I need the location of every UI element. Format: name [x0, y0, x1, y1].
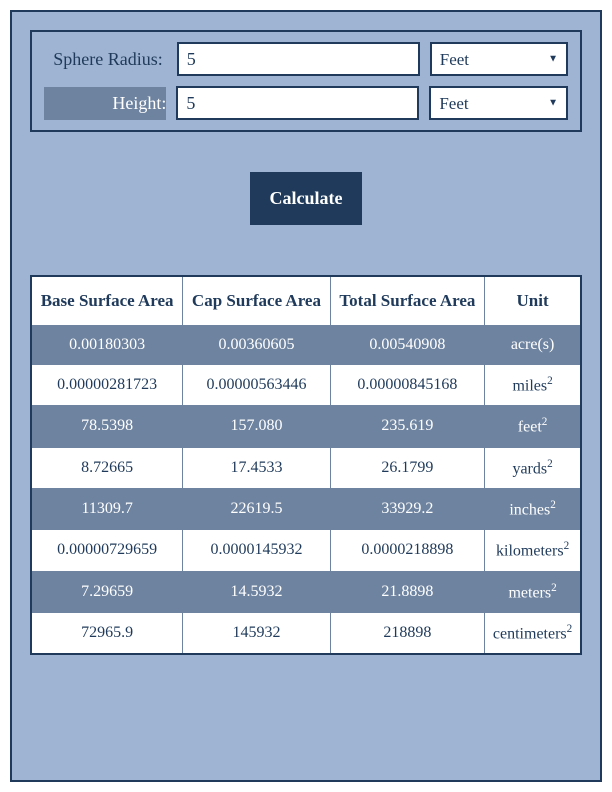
cell-unit: miles2	[485, 365, 581, 406]
cell-base: 8.72665	[31, 447, 183, 488]
unit-label: yards	[512, 460, 547, 477]
cell-base: 78.5398	[31, 406, 183, 447]
cell-cap: 0.0000145932	[183, 530, 330, 571]
results-table: Base Surface Area Cap Surface Area Total…	[30, 275, 582, 655]
cell-cap: 0.00360605	[183, 326, 330, 365]
cell-base: 72965.9	[31, 612, 183, 654]
cell-unit: yards2	[485, 447, 581, 488]
header-unit: Unit	[485, 276, 581, 326]
cell-cap: 157.080	[183, 406, 330, 447]
cell-base: 7.29659	[31, 571, 183, 612]
calculate-button[interactable]: Calculate	[250, 172, 363, 225]
table-row: 0.001803030.003606050.00540908 acre(s)	[31, 326, 581, 365]
radius-input[interactable]	[177, 42, 420, 76]
unit-label: inches	[509, 501, 550, 518]
cell-base: 0.00000729659	[31, 530, 183, 571]
unit-superscript: 2	[547, 375, 553, 387]
cell-total: 0.0000218898	[330, 530, 485, 571]
cell-unit: inches2	[485, 488, 581, 529]
cell-total: 235.619	[330, 406, 485, 447]
cell-unit: acre(s)	[485, 326, 581, 365]
cell-total: 26.1799	[330, 447, 485, 488]
calculator-panel: Sphere Radius: Feet ▼ Height: Feet ▼ Cal…	[10, 10, 602, 782]
header-total: Total Surface Area	[330, 276, 485, 326]
table-header-row: Base Surface Area Cap Surface Area Total…	[31, 276, 581, 326]
radius-row: Sphere Radius: Feet ▼	[44, 42, 568, 76]
input-panel: Sphere Radius: Feet ▼ Height: Feet ▼	[30, 30, 582, 132]
height-label: Height:	[44, 87, 166, 120]
table-row: 11309.722619.533929.2inches2	[31, 488, 581, 529]
cell-unit: feet2	[485, 406, 581, 447]
radius-label: Sphere Radius:	[44, 49, 167, 70]
cell-base: 0.00180303	[31, 326, 183, 365]
cell-unit: kilometers2	[485, 530, 581, 571]
cell-cap: 0.00000563446	[183, 365, 330, 406]
cell-base: 0.00000281723	[31, 365, 183, 406]
table-row: 7.2965914.593221.8898meters2	[31, 571, 581, 612]
unit-label: meters	[508, 584, 551, 601]
cell-total: 21.8898	[330, 571, 485, 612]
height-row: Height: Feet ▼	[44, 86, 568, 120]
unit-label: kilometers	[496, 543, 564, 560]
unit-superscript: 2	[542, 416, 548, 428]
cell-total: 218898	[330, 612, 485, 654]
unit-label: acre(s)	[511, 336, 555, 353]
cell-cap: 145932	[183, 612, 330, 654]
header-base: Base Surface Area	[31, 276, 183, 326]
cell-base: 11309.7	[31, 488, 183, 529]
unit-label: centimeters	[493, 625, 567, 642]
unit-label: feet	[518, 419, 542, 436]
table-row: 78.5398157.080235.619feet2	[31, 406, 581, 447]
cell-total: 33929.2	[330, 488, 485, 529]
button-row: Calculate	[30, 172, 582, 225]
cell-total: 0.00000845168	[330, 365, 485, 406]
radius-unit-wrap: Feet ▼	[430, 42, 568, 76]
unit-superscript: 2	[551, 582, 557, 594]
cell-cap: 14.5932	[183, 571, 330, 612]
height-unit-select[interactable]: Feet	[429, 86, 568, 120]
height-input[interactable]	[176, 86, 419, 120]
unit-superscript: 2	[567, 623, 573, 635]
unit-label: miles	[512, 377, 547, 394]
table-row: 0.000002817230.000005634460.00000845168m…	[31, 365, 581, 406]
cell-cap: 17.4533	[183, 447, 330, 488]
table-row: 8.7266517.453326.1799yards2	[31, 447, 581, 488]
cell-unit: meters2	[485, 571, 581, 612]
cell-cap: 22619.5	[183, 488, 330, 529]
height-unit-wrap: Feet ▼	[429, 86, 568, 120]
table-row: 0.000007296590.00001459320.0000218898kil…	[31, 530, 581, 571]
cell-total: 0.00540908	[330, 326, 485, 365]
unit-superscript: 2	[564, 540, 570, 552]
table-row: 72965.9145932218898centimeters2	[31, 612, 581, 654]
radius-unit-select[interactable]: Feet	[430, 42, 568, 76]
unit-superscript: 2	[547, 458, 553, 470]
cell-unit: centimeters2	[485, 612, 581, 654]
header-cap: Cap Surface Area	[183, 276, 330, 326]
unit-superscript: 2	[550, 499, 556, 511]
